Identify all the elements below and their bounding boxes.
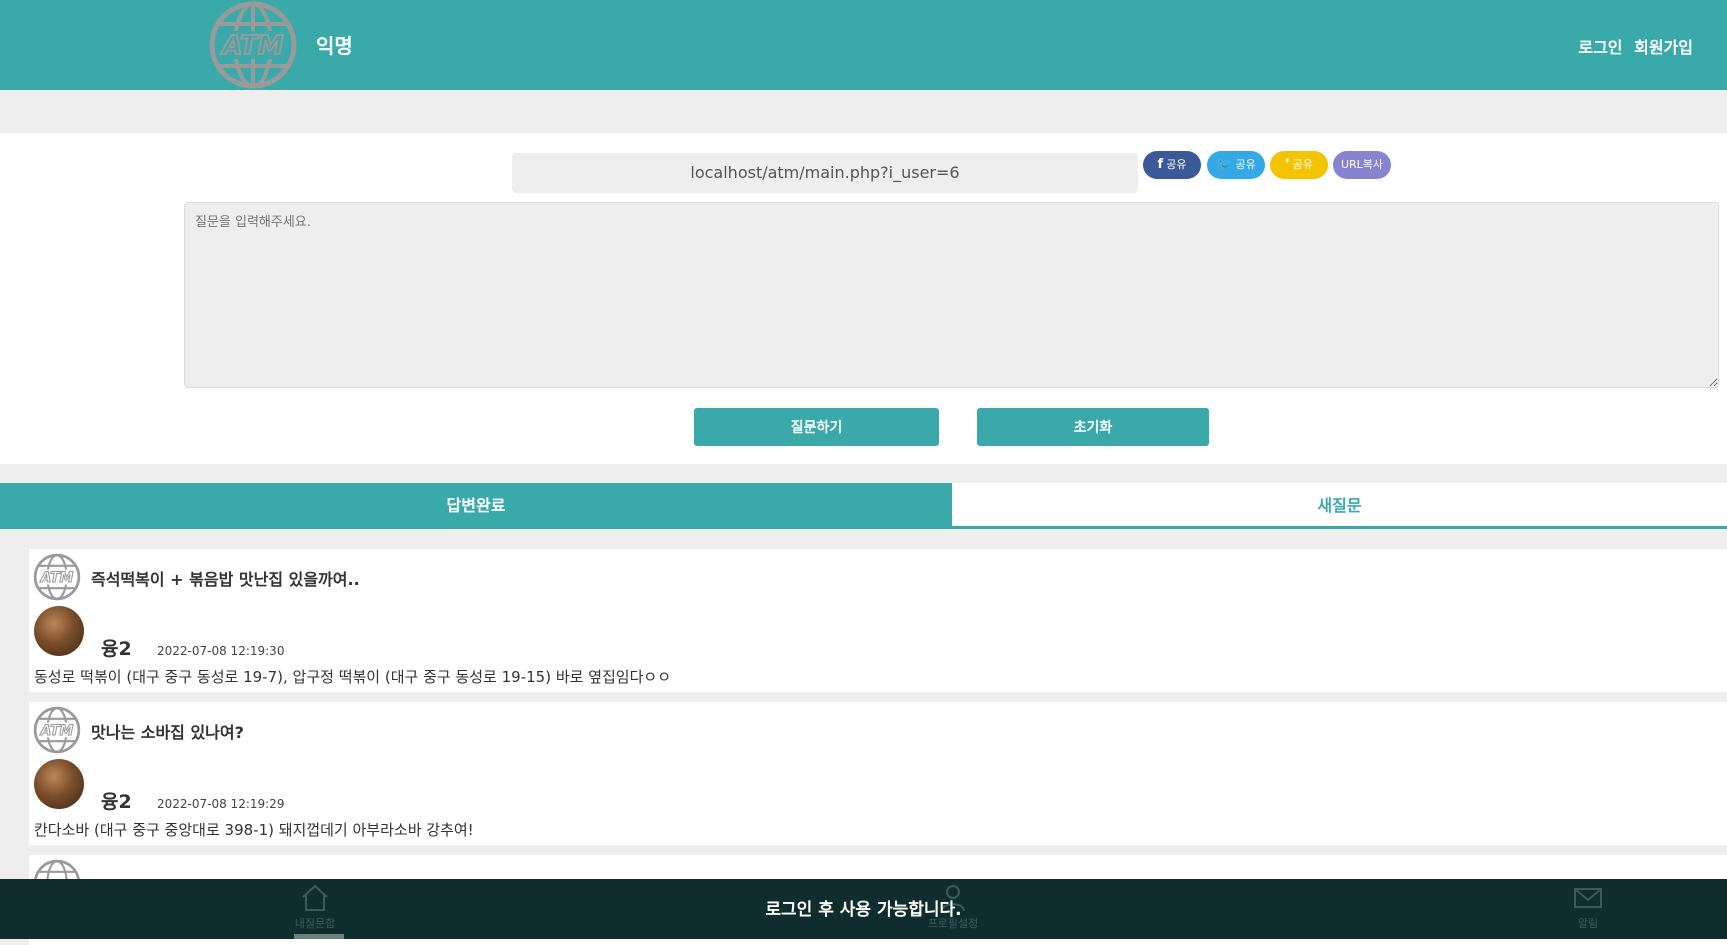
answer-username: 융2 [101, 791, 132, 813]
answer-text: 동성로 떡볶이 (대구 중구 동성로 19-7), 압구정 떡볶이 (대구 중구… [34, 668, 671, 686]
kakaostory-icon: ❜ [1285, 157, 1290, 172]
login-required-notice: 로그인 후 사용 가능합니다. [765, 900, 962, 920]
question-input[interactable] [184, 202, 1719, 388]
header-bar: ATM 익명 로그인 회원가입 [0, 0, 1727, 90]
facebook-share-label: 공유 [1166, 158, 1187, 171]
avatar [34, 606, 84, 656]
signup-link[interactable]: 회원가입 [1634, 38, 1693, 57]
answer-text: 칸다소바 (대구 중구 중앙대로 398-1) 돼지껍데기 아부라소바 강추여! [34, 821, 474, 839]
twitter-share-button[interactable]: 🐦 공유 [1207, 151, 1265, 179]
question-tabs: 답변완료 새질문 [0, 483, 1727, 529]
svg-text:ATM: ATM [40, 723, 74, 739]
kakaostory-share-button[interactable]: ❜ 공유 [1270, 151, 1328, 179]
auth-links: 로그인 회원가입 [1572, 34, 1693, 58]
facebook-icon: f [1157, 157, 1164, 172]
answer-username: 융2 [101, 638, 132, 660]
ask-panel: localhost/atm/main.php?i_user=6 f 공유 🐦 공유 … [0, 133, 1727, 464]
question-card[interactable]: ATM 즉석떡복이 + 볶음밥 맛난집 있을까여.. 융2 2022-07-08… [29, 549, 1727, 692]
url-copy-button[interactable]: URL복사 [1333, 151, 1391, 179]
share-url-field[interactable]: localhost/atm/main.php?i_user=6 [512, 153, 1138, 193]
tab-answered[interactable]: 답변완료 [0, 483, 952, 529]
atm-logo-icon: ATM [33, 553, 81, 601]
atm-logo-icon[interactable]: ATM [208, 0, 298, 90]
question-text: 즉석떡복이 + 볶음밥 맛난집 있을까여.. [91, 570, 360, 589]
login-link[interactable]: 로그인 [1578, 38, 1622, 57]
question-card[interactable]: ATM 맛나는 소바집 있나여? 융2 2022-07-08 12:19:29 … [29, 702, 1727, 845]
answer-timestamp: 2022-07-08 12:19:29 [157, 797, 285, 811]
facebook-share-button[interactable]: f 공유 [1143, 151, 1201, 179]
ask-question-button[interactable]: 질문하기 [694, 408, 939, 446]
site-title[interactable]: 익명 [316, 30, 353, 59]
atm-logo-icon: ATM [33, 706, 81, 754]
twitter-share-label: 공유 [1235, 158, 1256, 171]
twitter-icon: 🐦 [1216, 157, 1233, 172]
bottom-nav-bar: 내질문함 프로필설정 알림 로그인 후 사용 가능합니다. [0, 879, 1727, 939]
tab-new-questions[interactable]: 새질문 [952, 483, 1727, 529]
svg-text:ATM: ATM [220, 31, 283, 61]
question-text: 맛나는 소바집 있나여? [91, 723, 244, 742]
answer-timestamp: 2022-07-08 12:19:30 [157, 644, 285, 658]
avatar [34, 759, 84, 809]
svg-text:ATM: ATM [40, 570, 74, 586]
kakaostory-share-label: 공유 [1292, 158, 1313, 171]
active-tab-indicator [294, 934, 344, 939]
reset-button[interactable]: 초기화 [977, 408, 1209, 446]
